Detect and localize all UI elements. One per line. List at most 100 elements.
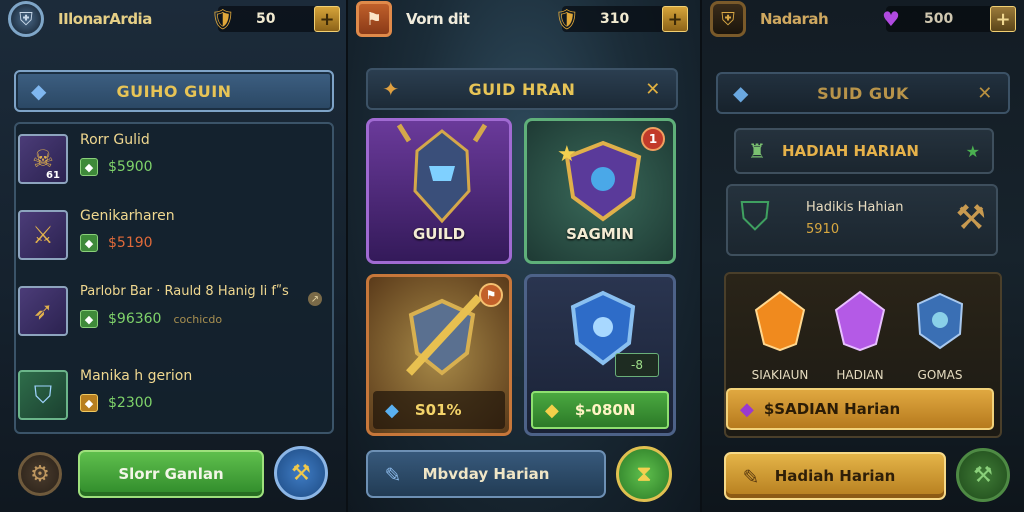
player-avatar[interactable]: ⚑ [356, 1, 392, 37]
header-title: SUID GUK [817, 83, 909, 103]
item-badge: 61 [46, 170, 60, 181]
counter-badge: -8 [615, 353, 659, 377]
header-title: GUIHO GUIN [116, 81, 232, 101]
reward-text: $SADIAN Harian [763, 400, 901, 418]
guild-shop-panel: ⛨ IIlonarArdia 🛡 50 + ◆ GUIHO GUIN ☠ 61 … [0, 0, 348, 512]
currency-value: 50 [256, 11, 276, 27]
item-title: Genikarharen [80, 208, 175, 224]
price-value: $-080N [574, 401, 636, 419]
currency-value: 500 [924, 11, 954, 27]
game-screen: ⛨ IIlonarArdia 🛡 50 + ◆ GUIHO GUIN ☠ 61 … [0, 0, 1024, 512]
purple-gem-icon [834, 290, 886, 352]
gold-gem-icon: ◆ [545, 399, 559, 421]
currency-display: 🛡 50 + [210, 6, 340, 32]
monster-helmet-icon: ☠ [18, 134, 68, 184]
gem-label: SIAKIAUN [751, 368, 809, 382]
item-price: ◆ $5190 [80, 234, 153, 252]
rewards-header: ✦ GUID HRAN ✕ [366, 68, 678, 110]
currency-value: 310 [600, 11, 630, 27]
gem-label: HADIAN [836, 368, 884, 382]
item-list: ☠ 61 Rorr Gulid ◆ $5900 ⚔ Genikarharen ◆… [14, 122, 334, 434]
gem-label: GOMAS [917, 368, 963, 382]
list-item[interactable]: ☠ 61 Rorr Gulid ◆ $5900 [16, 128, 332, 188]
player-name: IIlonarArdia [58, 10, 152, 28]
player-avatar[interactable]: ⛨ [8, 1, 44, 37]
price-extra: cochicdo [173, 312, 223, 326]
helmet-icon: ⛨ [721, 8, 735, 30]
hammer-icon[interactable]: ⚒ [274, 446, 328, 500]
add-currency-button[interactable]: + [662, 6, 688, 32]
price-value: $5900 [108, 159, 153, 175]
hourglass-icon[interactable]: ⧗ [616, 446, 672, 502]
player-name: Nadarah [760, 10, 829, 28]
item-price: ◆ $96360 cochicdo [80, 310, 222, 328]
reward-header: ◆ SUID GUK ✕ [716, 72, 1010, 114]
gem-item[interactable]: SIAKIAUN [740, 290, 820, 382]
daily-button[interactable]: ✎ Mbvday Harian [366, 450, 606, 498]
price-value: $96360 [108, 311, 162, 327]
claim-button-label: Hadiah Harian [774, 467, 896, 485]
guild-rewards-panel: ⚑ Vorn dit 🛡 310 + ✦ GUID HRAN ✕ GUILD ★… [348, 0, 702, 512]
item-price: ◆ $2300 [80, 394, 153, 412]
reward-bar[interactable]: ◆ $SADIAN Harian [726, 388, 994, 430]
item-title: Parlobr Bar · Rauld 8 Hanig Ii fʺs [80, 284, 289, 299]
hammer-icon: ⚒ [955, 198, 986, 238]
subheader-box: ♜ HADIAH HARIAN ★ [734, 128, 994, 174]
currency-display: 🛡 310 + [554, 6, 688, 32]
price-value: $5190 [108, 235, 153, 251]
gem-icon: ◆ [80, 158, 98, 176]
diamond-icon: ◆ [733, 81, 749, 105]
player-name: Vorn dit [406, 10, 470, 28]
shield-icon: ⛉ [18, 370, 68, 420]
guild-card[interactable]: GUILD [366, 118, 512, 264]
emerald-shield-icon: ⛉ [740, 194, 770, 240]
gem-icon: ◆ [80, 234, 98, 252]
blue-emblem-icon [916, 292, 964, 350]
player-avatar[interactable]: ⛨ [710, 1, 746, 37]
gold-gem-icon: ◆ [80, 394, 98, 412]
emblem-card[interactable]: -8 ◆ $-080N [524, 274, 676, 436]
header-title: GUID HRAN [468, 79, 576, 99]
currency-display: ♥ 500 + [882, 6, 1016, 32]
card-label: GUILD [412, 225, 466, 243]
add-currency-button[interactable]: + [314, 6, 340, 32]
shield-card[interactable]: ★ 1 SAGMIN [524, 118, 676, 264]
star-icon: ★ [965, 141, 980, 161]
close-icon[interactable]: ✕ [972, 80, 998, 106]
upgrade-icon: ⚑ [479, 283, 503, 307]
sword-icon: ⚔ [18, 210, 68, 260]
shield-coin-icon: 🛡 [554, 7, 580, 31]
offer-title: Hadikis Hahian [806, 200, 904, 215]
offer-box[interactable]: ⛉ Hadikis Hahian 5910 ⚒ [726, 184, 998, 256]
gem-item[interactable]: GOMAS [900, 290, 980, 382]
knight-icon [396, 123, 488, 224]
shop-header: ◆ GUIHO GUIN [14, 70, 334, 112]
add-currency-button[interactable]: + [990, 6, 1016, 32]
flag-icon: ⚑ [365, 8, 383, 30]
start-button[interactable]: Slorr Ganlan [78, 450, 264, 498]
settings-gear-icon[interactable]: ⚙ [18, 452, 62, 496]
list-item[interactable]: ⛉ Manika h gerion ◆ $2300 [16, 364, 332, 424]
list-item[interactable]: ⚔ Genikarharen ◆ $5190 [16, 204, 332, 264]
hammer-icon[interactable]: ⚒ [956, 448, 1010, 502]
pencil-icon: ✎ [742, 465, 760, 489]
close-icon[interactable]: ✕ [640, 76, 666, 102]
item-price: ◆ $5900 [80, 158, 153, 176]
compass-icon: ✦ [382, 77, 400, 101]
orange-gem-icon [754, 290, 806, 352]
list-item[interactable]: ➶ Parlobr Bar · Rauld 8 Hanig Ii fʺs ◆ $… [16, 280, 332, 340]
diamond-icon: ◆ [31, 79, 47, 103]
stat-value: S01% [414, 401, 462, 419]
price-bar[interactable]: ◆ $-080N [531, 391, 669, 429]
info-icon[interactable]: ↗ [308, 292, 322, 306]
shield-coin-icon: 🛡 [210, 7, 236, 31]
gem-item[interactable]: HADIAN [820, 290, 900, 382]
pencil-icon: ✎ [384, 463, 402, 487]
offer-value: 5910 [806, 222, 840, 237]
trophy-icon: ♜ [748, 139, 766, 163]
price-value: $2300 [108, 395, 153, 411]
item-title: Manika h gerion [80, 368, 193, 384]
weapon-card[interactable]: ⚑ ◆ S01% [366, 274, 512, 436]
claim-button[interactable]: ✎ Hadiah Harian [724, 452, 946, 500]
helmet-icon: ⛨ [19, 8, 33, 30]
